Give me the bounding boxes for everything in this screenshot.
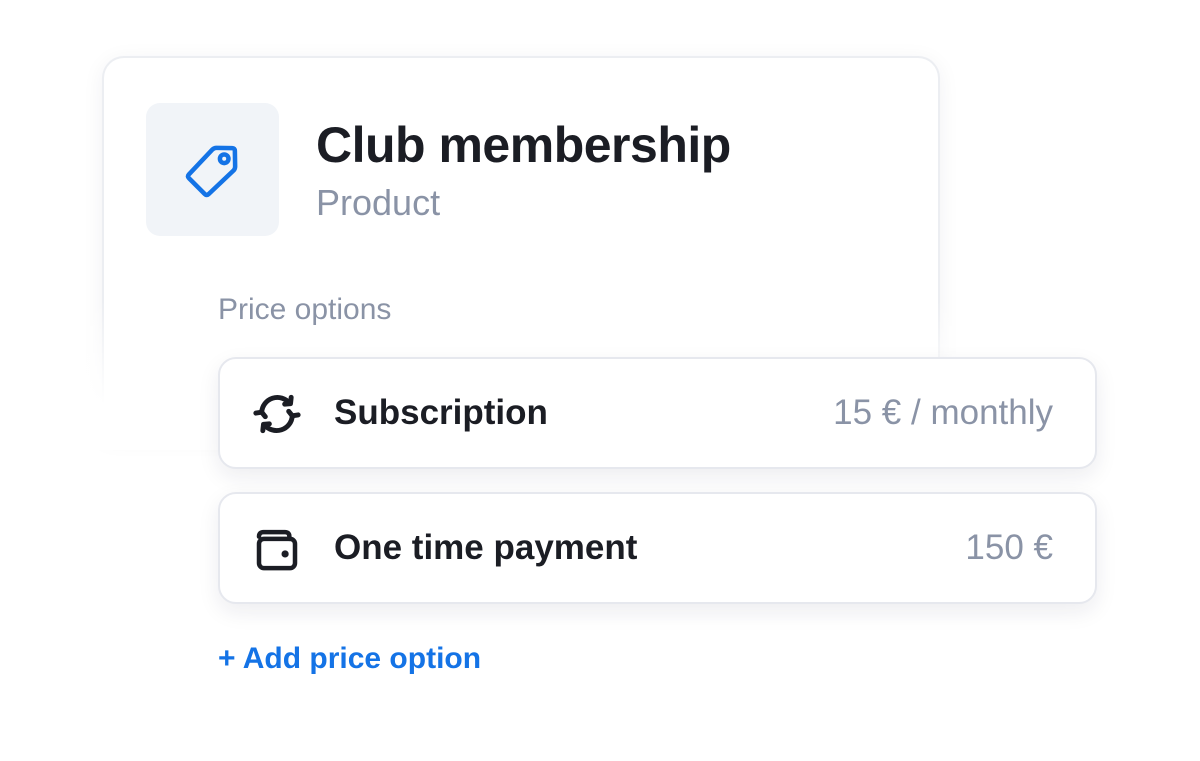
option-name: Subscription: [334, 393, 548, 432]
price-options-label: Price options: [218, 293, 392, 326]
pricing-stage: Club membership Product Price options Su…: [0, 0, 1200, 761]
product-icon-tile: [146, 103, 279, 236]
refresh-icon: [253, 394, 301, 434]
add-price-option-link[interactable]: + Add price option: [218, 642, 481, 676]
option-price: 150 €: [965, 528, 1053, 567]
price-option-subscription[interactable]: Subscription 15 € / monthly: [218, 357, 1097, 469]
product-type: Product: [316, 182, 441, 223]
wallet-icon: [256, 529, 298, 571]
price-option-one-time[interactable]: One time payment 150 €: [218, 492, 1097, 604]
product-title: Club membership: [316, 117, 731, 173]
option-name: One time payment: [334, 528, 638, 567]
option-price: 15 € / monthly: [833, 393, 1053, 432]
price-tag-icon: [185, 145, 237, 197]
